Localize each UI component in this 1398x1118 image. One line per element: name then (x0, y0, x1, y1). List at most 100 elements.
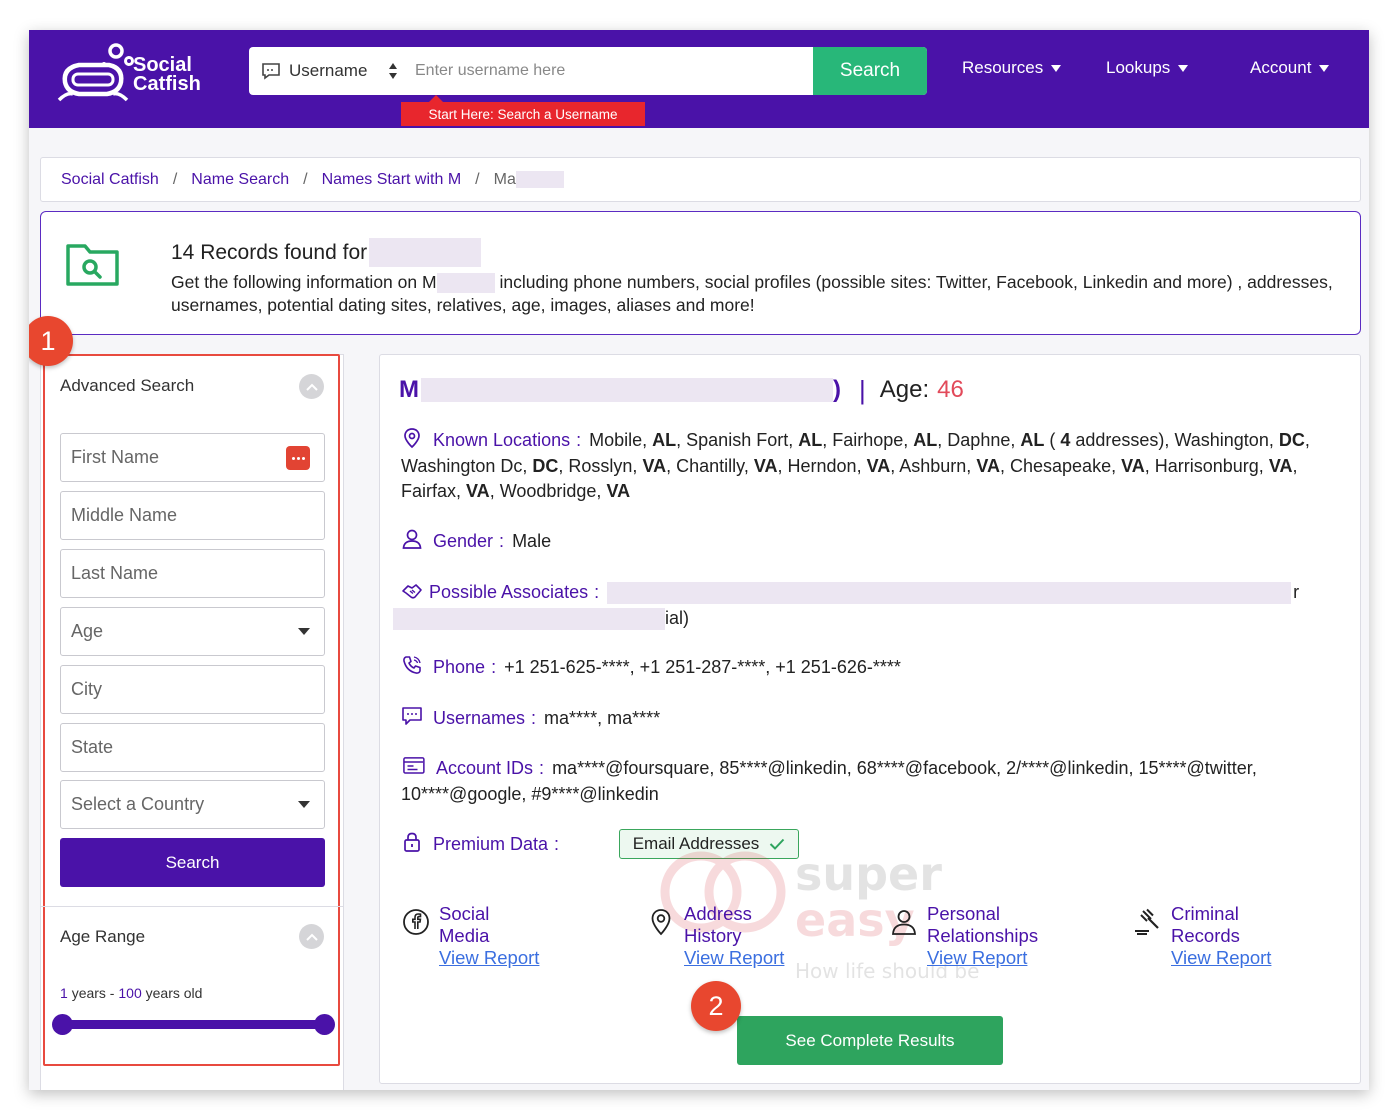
gender-label: Gender (433, 531, 494, 551)
label-colon: : (539, 758, 545, 778)
phone: Phone: +1 251-625-****, +1 251-287-****, … (401, 654, 1347, 681)
first-name-input[interactable] (61, 434, 281, 481)
location-item: Harrisonburg, VA (1154, 455, 1293, 476)
caret-down-icon (1051, 64, 1062, 72)
possible-associates-label: Possible Associates (429, 582, 589, 602)
result-name[interactable]: M (399, 376, 419, 404)
redacted-block (369, 238, 482, 267)
range-max: 100 (118, 985, 142, 1001)
nav-account[interactable]: Account (1250, 58, 1330, 78)
label-colon: : (531, 708, 537, 728)
label-colon: : (499, 531, 505, 551)
breadcrumb: Social Catfish / Name Search / Names Sta… (40, 157, 1361, 202)
age-label: Age: (879, 376, 930, 403)
chevron-up-icon[interactable] (299, 374, 324, 399)
report-address-history-line1: Address (684, 903, 752, 924)
logo-wordmark[interactable]: Social Catfish (133, 55, 201, 95)
location-pin-icon (404, 428, 420, 449)
range-end: years old (145, 985, 203, 1001)
report-personal-relationships-line2: Relationships (927, 925, 1039, 946)
usernames-values: ma****, ma**** (544, 708, 661, 728)
see-complete-results-button[interactable]: See Complete Results (737, 1016, 1003, 1065)
location-item: Chesapeake, VA (1010, 455, 1145, 476)
view-report-social-media-link[interactable]: View Report (439, 947, 539, 969)
view-report-personal-relationships-link[interactable]: View Report (927, 947, 1038, 969)
associates-tail-2: ial) (665, 607, 690, 628)
chevron-up-icon[interactable] (299, 924, 324, 949)
result-name-row: M ) | Age: 46 (399, 374, 964, 406)
gavel-icon (1135, 908, 1159, 935)
nav-account-label: Account (1250, 58, 1312, 77)
sidebar-divider (41, 906, 343, 907)
username-search-input[interactable] (409, 47, 813, 95)
records-found-panel: 14 Records found for Get the following i… (40, 211, 1361, 335)
report-social-media-line1: Social (439, 903, 490, 924)
records-title: 14 Records found for (171, 238, 482, 267)
view-report-address-history-link[interactable]: View Report (684, 947, 784, 969)
breadcrumb-social-catfish[interactable]: Social Catfish (61, 171, 159, 189)
more-dots-icon[interactable] (286, 446, 310, 470)
usernames-label: Usernames (433, 708, 526, 728)
range-mid: years - (71, 985, 115, 1001)
age-range-slider[interactable] (62, 1020, 324, 1029)
caret-down-icon (1178, 64, 1189, 72)
country-select-label: Select a Country (71, 794, 205, 814)
country-select[interactable]: Select a Country (60, 780, 325, 829)
nav-resources[interactable]: Resources (962, 58, 1062, 78)
redacted-block (421, 378, 833, 402)
slider-handle-min[interactable] (52, 1014, 73, 1035)
phone-label: Phone (433, 657, 486, 677)
last-name-input[interactable] (60, 549, 325, 598)
location-item: Washington Dc, DC (401, 455, 559, 476)
logo-line-2: Catfish (133, 73, 201, 95)
report-address-history[interactable]: Address History View Report (646, 903, 784, 969)
step-badge-2: 2 (691, 981, 741, 1031)
view-report-criminal-records-link[interactable]: View Report (1171, 947, 1271, 969)
age-range-label: 1 years - 100 years old (60, 985, 202, 1001)
updown-arrows-icon (389, 63, 397, 79)
report-address-history-line2: History (684, 925, 742, 946)
breadcrumb-names-start-with-m[interactable]: Names Start with M (322, 171, 462, 189)
location-item: Washington, DC (1174, 430, 1305, 450)
range-min: 1 (60, 985, 68, 1001)
records-desc-prefix: Get the following information on (171, 272, 418, 292)
report-social-media[interactable]: Social Media View Report (401, 903, 539, 969)
location-item: Herndon, VA (787, 455, 891, 476)
redacted-block (515, 171, 564, 188)
redacted-block (436, 273, 495, 294)
header-search-button[interactable]: Search (813, 47, 927, 95)
location-item: Daphne, AL ( 4 addresses) (947, 430, 1165, 450)
associates-tail: r (1293, 582, 1300, 602)
search-type-select[interactable]: Username (249, 47, 409, 95)
checkmark-icon (770, 838, 785, 850)
app-window: Social Catfish Username Search Start Her… (29, 30, 1369, 1090)
label-colon: : (594, 582, 600, 602)
top-navbar: Social Catfish Username Search Start Her… (29, 30, 1369, 128)
slider-handle-max[interactable] (314, 1014, 335, 1035)
label-colon: : (491, 657, 497, 677)
chat-icon (262, 63, 280, 80)
report-personal-relationships[interactable]: Personal Relationships View Report (889, 903, 1038, 969)
nav-lookups[interactable]: Lookups (1106, 58, 1189, 78)
person-icon (402, 529, 422, 549)
age-value: 46 (937, 376, 964, 403)
location-item: Chantilly, VA (676, 455, 778, 476)
nav-resources-label: Resources (962, 58, 1044, 77)
age-select[interactable]: Age (60, 607, 325, 656)
breadcrumb-name-search[interactable]: Name Search (191, 171, 289, 189)
advanced-search-title: Advanced Search (60, 376, 195, 395)
location-item: Spanish Fort, AL (686, 430, 823, 450)
usernames: Usernames: ma****, ma**** (401, 705, 1347, 732)
search-bar: Username Search (249, 47, 927, 95)
location-item: Mobile, AL (589, 430, 677, 450)
state-input[interactable] (60, 723, 325, 772)
city-input[interactable] (60, 665, 325, 714)
id-card-icon (403, 757, 425, 774)
nav-lookups-label: Lookups (1106, 58, 1171, 77)
report-social-media-line2: Media (439, 925, 490, 946)
label-colon: : (554, 834, 560, 854)
advanced-search-button[interactable]: Search (60, 838, 325, 887)
report-criminal-records[interactable]: Criminal Records View Report (1133, 903, 1271, 969)
middle-name-input[interactable] (60, 491, 325, 540)
known-locations: Known Locations: Mobile, AL, Spanish Fort… (401, 427, 1347, 505)
